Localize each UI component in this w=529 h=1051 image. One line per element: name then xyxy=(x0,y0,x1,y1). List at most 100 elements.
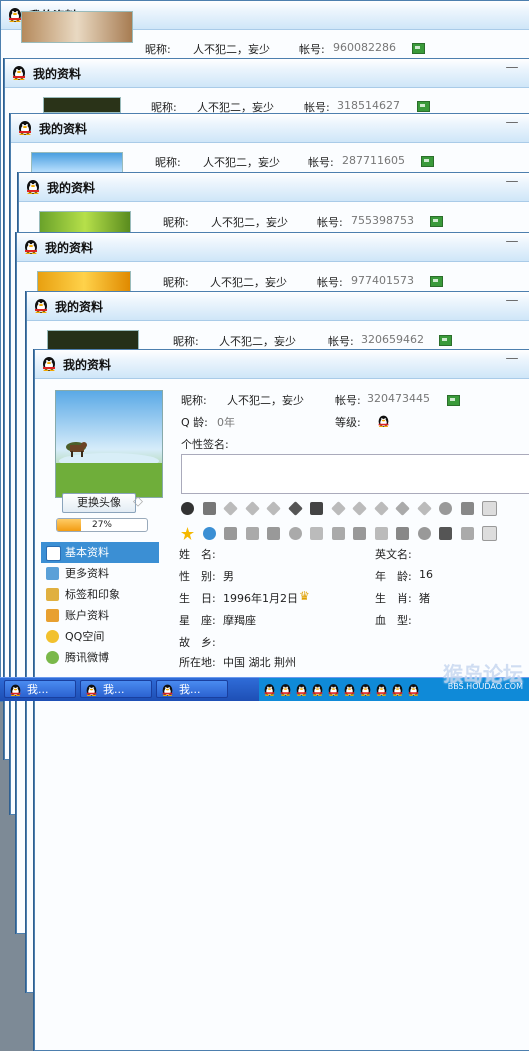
vip-icon[interactable] xyxy=(310,527,323,540)
card-icon[interactable] xyxy=(421,156,434,167)
weibo-icon xyxy=(46,651,59,664)
account-label: 帐号: xyxy=(308,156,334,169)
qq-penguin-icon xyxy=(10,684,21,696)
nickname-label: 昵称: xyxy=(163,276,189,289)
age-value: 16 xyxy=(419,568,433,581)
taskbar-button[interactable]: 我... xyxy=(80,680,152,698)
taskbar-button[interactable]: 我... xyxy=(4,680,76,698)
star-icon[interactable] xyxy=(181,527,194,540)
qq-penguin-icon[interactable] xyxy=(263,682,276,696)
title-bar[interactable]: 我的资料 — xyxy=(27,292,529,321)
avatar[interactable] xyxy=(55,390,163,498)
more-info-icon xyxy=(46,567,59,580)
minimize-button[interactable]: — xyxy=(504,61,520,77)
taskbar-button-label: 我... xyxy=(179,683,201,696)
avatar xyxy=(21,11,133,43)
diamond-icon[interactable] xyxy=(373,501,389,516)
qq-show-icon[interactable] xyxy=(202,527,216,540)
nav-item-tags[interactable]: 标签和印象 xyxy=(41,584,159,605)
phone-icon[interactable] xyxy=(202,502,216,515)
diamond-icon[interactable] xyxy=(266,501,281,516)
minimize-button[interactable]: — xyxy=(504,352,520,368)
diamond-icon[interactable] xyxy=(352,501,367,516)
change-avatar-button[interactable]: 更换头像 xyxy=(62,493,136,513)
clover-icon[interactable] xyxy=(353,527,366,540)
account-number: 977401573 xyxy=(351,274,414,287)
card-icon[interactable] xyxy=(430,216,443,227)
minimize-button[interactable]: — xyxy=(504,175,520,191)
forum-watermark-site: BBS.HOUDAO.COM xyxy=(447,682,523,691)
nickname-label: 昵称: xyxy=(163,216,189,229)
diamond-icon[interactable] xyxy=(395,501,410,516)
star-sign-value: 摩羯座 xyxy=(223,614,256,627)
avatar xyxy=(43,97,121,113)
diamond-icon[interactable]: ◇ xyxy=(133,494,147,509)
diamond-icon[interactable] xyxy=(287,501,303,516)
zodiac-animal-label: 生 肖: xyxy=(375,592,412,605)
name-label: 姓 名: xyxy=(179,548,216,561)
nav-item-account[interactable]: 账户资料 xyxy=(41,605,159,626)
qq-penguin-icon xyxy=(43,357,55,371)
minimize-button[interactable]: — xyxy=(504,235,520,251)
nav-item-weibo[interactable]: 腾讯微博 xyxy=(41,647,159,668)
taskbar-button-label: 我... xyxy=(27,683,49,696)
title-bar[interactable]: 我的资料 — xyxy=(19,173,529,202)
nav-label: 基本资料 xyxy=(65,546,109,559)
taskbar-button[interactable]: 我... xyxy=(156,680,228,698)
qage-value: 0年 xyxy=(217,416,235,429)
window-title: 我的资料 xyxy=(55,300,104,314)
gear-icon[interactable] xyxy=(417,527,431,540)
card-icon[interactable] xyxy=(447,395,460,406)
card-icon[interactable] xyxy=(412,43,425,54)
camera-icon[interactable] xyxy=(267,527,280,540)
game-icon[interactable] xyxy=(310,502,323,515)
title-bar[interactable]: 我的资料 — xyxy=(35,350,529,379)
signature-input[interactable] xyxy=(181,454,529,494)
card-icon[interactable] xyxy=(417,101,430,112)
qq-penguin-icon[interactable] xyxy=(407,682,420,696)
account-number: 755398753 xyxy=(351,214,414,227)
qq-penguin-icon[interactable] xyxy=(327,682,340,696)
diamond-icon[interactable] xyxy=(416,501,432,516)
nav-item-qzone[interactable]: QQ空间 xyxy=(41,626,159,647)
card-icon[interactable] xyxy=(430,276,443,287)
heart-icon[interactable] xyxy=(224,527,237,540)
video-icon[interactable] xyxy=(396,527,409,540)
diamond-icon[interactable] xyxy=(244,501,260,516)
nav-item-more-info[interactable]: 更多资料 xyxy=(41,563,159,584)
qq-penguin-icon[interactable] xyxy=(279,682,292,696)
minimize-button[interactable]: — xyxy=(504,116,520,132)
shield-icon[interactable] xyxy=(460,527,474,540)
diamond-icon[interactable] xyxy=(223,501,238,516)
title-bar[interactable]: 我的资料 — xyxy=(5,59,529,88)
qq-penguin-icon[interactable] xyxy=(391,682,404,696)
expand-icon[interactable] xyxy=(482,501,497,516)
penguin-badge-icon[interactable] xyxy=(181,502,194,515)
qq-penguin-icon[interactable] xyxy=(343,682,356,696)
qq-penguin-icon[interactable] xyxy=(311,682,324,696)
nav-label: 账户资料 xyxy=(65,609,109,622)
pet-icon[interactable] xyxy=(439,527,452,540)
music-icon[interactable] xyxy=(439,502,452,515)
nav-item-basic-info[interactable]: 基本资料 xyxy=(41,542,159,563)
diamond-icon[interactable] xyxy=(330,501,346,516)
minimize-button[interactable]: — xyxy=(504,294,520,310)
title-bar[interactable]: 我的资料 — xyxy=(17,233,529,262)
envelope-icon[interactable] xyxy=(374,527,388,540)
level-label: 等级: xyxy=(335,416,361,429)
id-card-icon xyxy=(46,546,61,561)
expand-icon[interactable] xyxy=(482,526,497,541)
card-icon[interactable] xyxy=(439,335,452,346)
gender-value: 男 xyxy=(223,570,234,583)
nickname: 人不犯二，妄少 xyxy=(211,216,288,229)
shield-icon[interactable] xyxy=(331,527,345,540)
q-plus-icon[interactable] xyxy=(288,527,302,540)
level-penguin-icon xyxy=(378,415,389,427)
mail-icon[interactable] xyxy=(245,527,259,540)
qq-penguin-icon[interactable] xyxy=(359,682,372,696)
qq-penguin-icon[interactable] xyxy=(375,682,388,696)
title-bar[interactable]: 我的资料 — xyxy=(11,114,529,143)
qzone-star-icon xyxy=(46,630,59,643)
qq-penguin-icon[interactable] xyxy=(295,682,308,696)
pet-icon[interactable] xyxy=(460,502,474,515)
